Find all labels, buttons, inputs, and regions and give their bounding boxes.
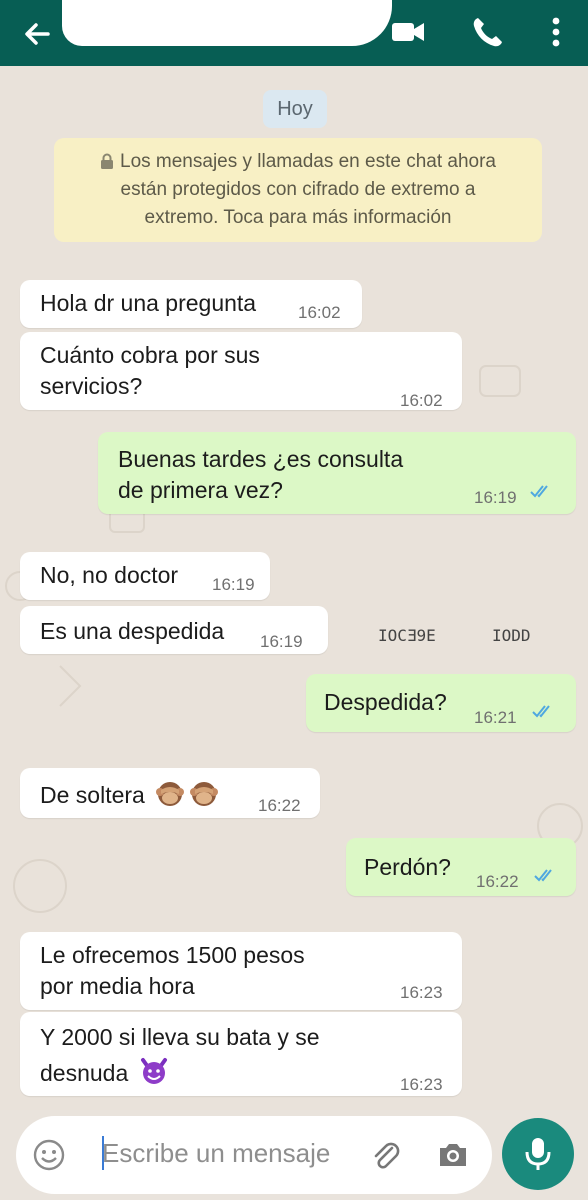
message-bubble-incoming[interactable]: Hola dr una pregunta 16:02 (20, 280, 362, 328)
more-vertical-icon[interactable] (534, 10, 578, 54)
image-artifact: IOCƎ9E (378, 626, 436, 645)
image-artifact: IODD (492, 626, 531, 645)
video-call-icon[interactable] (386, 10, 430, 54)
chat-header (0, 0, 588, 66)
message-time: 16:19 (212, 575, 255, 594)
message-text: Cuánto cobra por sus (40, 342, 260, 368)
message-text-content: De soltera (40, 782, 145, 808)
message-time: 16:02 (298, 303, 341, 322)
message-bubble-incoming[interactable]: No, no doctor 16:19 (20, 552, 270, 600)
message-text: Buenas tardes ¿es consulta (118, 446, 404, 472)
arrow-left-icon[interactable] (18, 14, 58, 54)
message-text: de primera vez? (118, 477, 283, 503)
date-chip: Hoy (263, 90, 327, 128)
message-text: por media hora (40, 973, 195, 999)
message-text: Perdón? (364, 854, 451, 880)
message-bubble-incoming[interactable]: Y 2000 si lleva su bata y se desnuda 16:… (20, 1012, 462, 1096)
smiling-devil-icon (140, 1058, 167, 1084)
message-time: 16:22 (476, 872, 519, 891)
message-time: 16:21 (474, 708, 517, 727)
message-time: 16:19 (474, 488, 517, 507)
message-time: 16:23 (400, 1075, 443, 1094)
message-bubble-incoming[interactable]: Le ofrecemos 1500 pesos por media hora 1… (20, 932, 462, 1010)
voice-call-icon[interactable] (466, 10, 510, 54)
message-bubble-incoming[interactable]: De soltera 16:22 (20, 768, 320, 818)
message-time: 16:22 (258, 796, 301, 815)
encryption-line-1: Los mensajes y llamadas en este chat aho… (120, 151, 496, 172)
message-text: Le ofrecemos 1500 pesos (40, 942, 305, 968)
message-time: 16:02 (400, 391, 443, 410)
read-receipt-icon (534, 869, 552, 882)
message-text: De soltera (40, 778, 219, 811)
message-text: Y 2000 si lleva su bata y se (40, 1024, 320, 1050)
voice-message-button[interactable] (502, 1118, 574, 1190)
message-input[interactable]: Escribe un mensaje (102, 1138, 330, 1169)
lock-icon (101, 153, 113, 169)
message-text: Hola dr una pregunta (40, 290, 257, 316)
mic-icon (525, 1138, 551, 1170)
encryption-line-3: extremo. Toca para más información (144, 207, 452, 228)
message-bubble-incoming[interactable]: Cuánto cobra por sus servicios? 16:02 (20, 332, 462, 410)
message-text: Despedida? (324, 689, 447, 715)
read-receipt-icon (532, 705, 550, 718)
message-text-content: desnuda (40, 1060, 129, 1086)
message-time: 16:19 (260, 632, 303, 651)
read-receipt-icon (530, 485, 548, 498)
emoji-icon[interactable] (32, 1138, 66, 1172)
message-text: desnuda (40, 1056, 169, 1089)
contact-name-redaction[interactable] (62, 0, 392, 46)
encryption-line-2: están protegidos con cifrado de extremo … (120, 179, 476, 200)
message-bubble-outgoing[interactable]: Despedida? 16:21 (306, 674, 576, 732)
encryption-notice[interactable]: Los mensajes y llamadas en este chat aho… (54, 138, 542, 242)
message-text: Es una despedida (40, 618, 225, 644)
message-text: No, no doctor (40, 562, 179, 588)
message-bubble-incoming[interactable]: Es una despedida 16:19 (20, 606, 328, 654)
see-no-evil-monkey-icon (190, 782, 219, 806)
camera-icon[interactable] (436, 1138, 470, 1172)
message-composer[interactable]: Escribe un mensaje (16, 1116, 492, 1194)
message-bubble-outgoing[interactable]: Buenas tardes ¿es consulta de primera ve… (98, 432, 576, 514)
message-time: 16:23 (400, 983, 443, 1002)
see-no-evil-monkey-icon (156, 782, 185, 806)
message-bubble-outgoing[interactable]: Perdón? 16:22 (346, 838, 576, 896)
message-text: servicios? (40, 373, 143, 399)
attach-icon[interactable] (368, 1138, 402, 1172)
